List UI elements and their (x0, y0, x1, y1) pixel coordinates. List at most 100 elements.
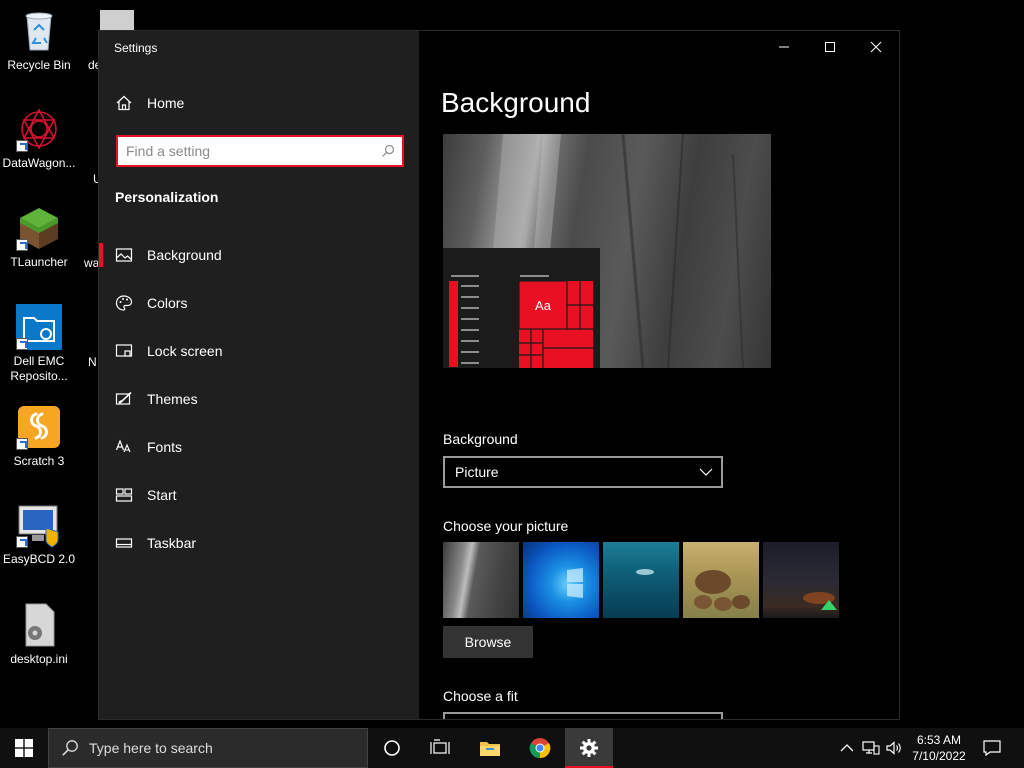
gear-icon (580, 739, 598, 757)
desktop-icon-datawagon[interactable]: DataWagon... (0, 106, 78, 171)
shortcut-arrow-icon (16, 536, 28, 548)
windows-logo-icon (15, 739, 33, 757)
desktop-icon-label: DataWagon... (2, 156, 76, 170)
volume-icon[interactable] (885, 739, 903, 757)
chevron-down-icon (699, 468, 713, 476)
desktop-icon-dell-emc[interactable]: Dell EMC Reposito... (0, 304, 78, 384)
browse-button[interactable]: Browse (443, 626, 533, 658)
datawagon-icon (16, 106, 62, 152)
palette-icon (99, 294, 147, 312)
tent-night-icon (803, 592, 837, 610)
nav-themes[interactable]: Themes (99, 379, 419, 419)
picture-thumbnail-windows[interactable] (523, 542, 599, 618)
nav-fonts-label: Fonts (147, 439, 183, 455)
preview-tile-text: Aa (535, 298, 552, 313)
chrome-icon (529, 738, 551, 759)
nav-start[interactable]: Start (99, 475, 419, 515)
picture-thumbnail-rock[interactable] (443, 542, 519, 618)
fonts-icon (99, 438, 147, 456)
file-explorer-button[interactable] (466, 728, 514, 768)
desktop-icon-label: desktop.ini (10, 652, 68, 666)
taskbar-search-box[interactable]: Type here to search (48, 728, 368, 768)
close-icon (870, 41, 882, 53)
choose-picture-label: Choose your picture (443, 518, 569, 534)
task-view-button[interactable] (416, 728, 464, 768)
clock-time: 6:53 AM (916, 733, 962, 747)
shortcut-arrow-icon (16, 140, 28, 152)
desktop-icon-recycle-bin[interactable]: Recycle Bin (0, 8, 78, 73)
minecraft-block-icon (16, 205, 62, 251)
nav-taskbar[interactable]: Taskbar (99, 523, 419, 563)
start-tiles-icon (99, 486, 147, 504)
picture-thumbnail-capybaras[interactable] (683, 542, 759, 618)
window-title: Settings (114, 41, 158, 55)
shortcut-arrow-icon (16, 338, 28, 350)
minimize-icon (779, 46, 789, 48)
settings-search-input[interactable] (118, 137, 374, 165)
settings-taskbar-button[interactable] (565, 728, 613, 768)
settings-search[interactable] (116, 135, 404, 167)
picture-icon (99, 246, 147, 264)
desktop-icon-easybcd[interactable]: EasyBCD 2.0 (0, 502, 78, 567)
chrome-button[interactable] (516, 728, 564, 768)
choose-fit-dropdown[interactable] (443, 712, 723, 719)
background-preview: Aa (443, 134, 771, 368)
nav-colors[interactable]: Colors (99, 283, 419, 323)
themes-brush-icon (99, 390, 147, 408)
maximize-button[interactable] (807, 31, 853, 63)
picture-thumbnail-underwater[interactable] (603, 542, 679, 618)
search-icon[interactable] (374, 144, 402, 158)
shortcut-arrow-icon (16, 438, 28, 450)
desktop-icon-label: Scratch 3 (13, 454, 65, 468)
capybara-family-icon (694, 570, 750, 611)
start-menu-mockup: Aa (449, 275, 593, 368)
cortana-button[interactable] (368, 728, 416, 768)
scratch-icon (16, 404, 62, 450)
chevron-up-icon[interactable] (838, 739, 856, 757)
desktop-icon-label: Recycle Bin (7, 58, 71, 72)
background-label: Background (443, 431, 518, 447)
system-clock[interactable]: 6:53 AM 7/10/2022 (906, 732, 972, 764)
lock-screen-icon (99, 342, 147, 360)
settings-sidebar: Settings Home Personalization Background (99, 31, 419, 719)
clock-date: 7/10/2022 (912, 749, 966, 763)
desktop-icon-scratch[interactable]: Scratch 3 (0, 404, 78, 469)
dell-emc-folder-icon (16, 304, 62, 350)
nav-home[interactable]: Home (99, 83, 419, 123)
preview-start-menu: Aa (443, 248, 600, 368)
choose-fit-label: Choose a fit (443, 688, 518, 704)
nav-start-label: Start (147, 487, 177, 503)
notification-center-icon[interactable] (982, 738, 1002, 758)
nav-background[interactable]: Background (99, 235, 419, 275)
taskbar-search-placeholder: Type here to search (89, 740, 213, 756)
nav-home-label: Home (147, 95, 185, 111)
recycle-bin-icon (16, 8, 62, 54)
partial-desktop-file-icon[interactable] (100, 10, 134, 32)
picture-thumbnail-night-sky[interactable] (763, 542, 839, 618)
taskbar-icon (99, 534, 147, 552)
background-type-dropdown[interactable]: Picture (443, 456, 723, 488)
partial-desktop-label[interactable]: N (88, 355, 97, 369)
shortcut-arrow-icon (16, 239, 28, 251)
home-icon (99, 94, 147, 112)
nav-lock-screen-label: Lock screen (147, 343, 223, 359)
network-icon[interactable] (862, 739, 880, 757)
maximize-icon (825, 42, 835, 52)
background-type-value: Picture (455, 464, 499, 480)
desktop-icon-label: EasyBCD 2.0 (2, 552, 76, 566)
settings-file-icon (16, 602, 62, 648)
desktop-icon-label: Dell EMC Reposito... (10, 354, 68, 383)
settings-content: Background Aa Background Picture Choose … (419, 31, 899, 719)
nav-themes-label: Themes (147, 391, 198, 407)
nav-lock-screen[interactable]: Lock screen (99, 331, 419, 371)
nav-fonts[interactable]: Fonts (99, 427, 419, 467)
desktop-icon-tlauncher[interactable]: TLauncher (0, 205, 78, 270)
minimize-button[interactable] (761, 31, 807, 63)
taskbar: Type here to search 6:53 AM 7/10/2022 (0, 728, 1024, 768)
easybcd-monitor-icon (16, 502, 62, 548)
cortana-circle-icon (384, 740, 400, 756)
windows-logo-icon (567, 568, 583, 598)
close-button[interactable] (853, 31, 899, 63)
start-button[interactable] (0, 728, 48, 768)
desktop-icon-desktop-ini[interactable]: desktop.ini (0, 602, 78, 667)
